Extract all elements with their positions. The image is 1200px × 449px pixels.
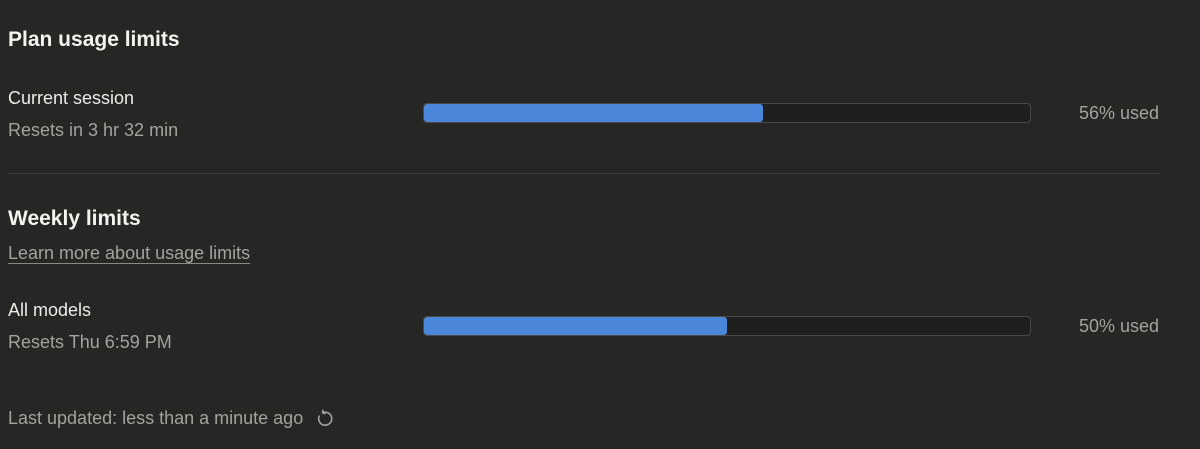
- learn-more-link[interactable]: Learn more about usage limits: [8, 243, 250, 264]
- section-divider: [8, 173, 1160, 174]
- current-session-label: Current session: [8, 88, 135, 108]
- refresh-icon[interactable]: [315, 409, 335, 429]
- last-updated-footer: Last updated: less than a minute ago: [8, 408, 335, 429]
- all-models-progress-bar: [423, 316, 1031, 336]
- weekly-limits-title: Weekly limits: [8, 207, 141, 230]
- all-models-percent: 50% used: [1078, 316, 1159, 336]
- current-session-percent: 56% used: [1078, 103, 1159, 123]
- usage-limits-panel: Plan usage limits Current session Resets…: [0, 0, 1200, 449]
- all-models-reset-text: Resets Thu 6:59 PM: [8, 332, 172, 352]
- current-session-progress-bar: [423, 103, 1031, 123]
- plan-usage-title: Plan usage limits: [8, 28, 180, 51]
- all-models-label: All models: [8, 300, 92, 320]
- last-updated-text: Last updated: less than a minute ago: [8, 408, 304, 428]
- all-models-progress-fill: [424, 317, 727, 335]
- current-session-reset-text: Resets in 3 hr 32 min: [8, 120, 179, 140]
- current-session-progress-fill: [424, 104, 764, 122]
